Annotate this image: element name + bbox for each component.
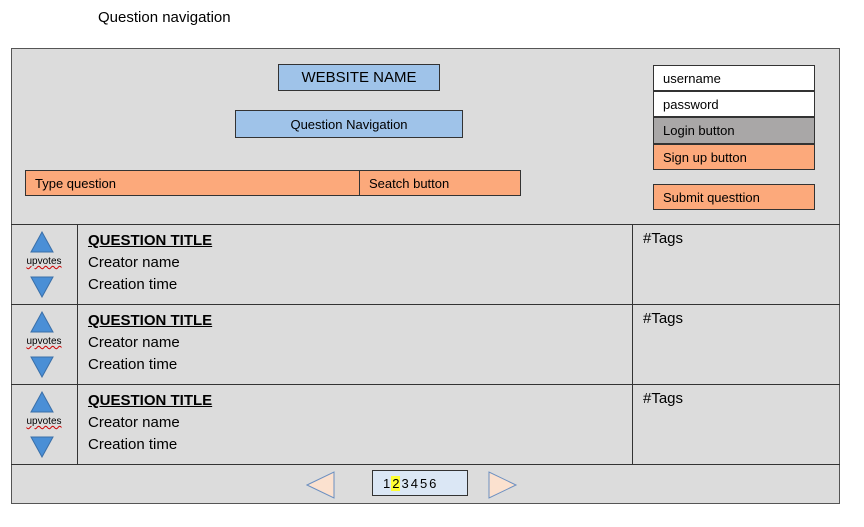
password-field[interactable]: password [653,91,815,117]
vote-column: upvotes [11,305,78,384]
triangle-down-icon[interactable] [30,356,54,378]
creator-name: Creator name [88,414,180,431]
page-number-current[interactable]: 2 [391,475,401,491]
question-body: QUESTION TITLE Creator name Creation tim… [88,310,212,376]
page-number[interactable]: 4 [410,476,419,491]
upvotes-label: upvotes [26,336,62,347]
submit-question-button[interactable]: Submit questtion [653,184,815,210]
creator-name: Creator name [88,334,180,351]
page-number[interactable]: 5 [419,476,428,491]
creation-time: Creation time [88,356,178,373]
question-title[interactable]: QUESTION TITLE [88,390,212,412]
triangle-down-icon[interactable] [30,436,54,458]
question-navigation-button[interactable]: Question Navigation [235,110,463,138]
page-caption: Question navigation [98,9,231,26]
vote-column: upvotes [11,385,78,464]
question-row: upvotes QUESTION TITLE Creator name Crea… [11,224,840,304]
vote-column: upvotes [11,225,78,304]
question-body: QUESTION TITLE Creator name Creation tim… [88,230,212,296]
search-input[interactable]: Type question [25,170,361,196]
triangle-up-icon[interactable] [30,231,54,253]
login-button[interactable]: Login button [653,117,815,144]
question-row: upvotes QUESTION TITLE Creator name Crea… [11,304,840,384]
page-number[interactable]: 3 [400,476,409,491]
creation-time: Creation time [88,436,178,453]
question-tags[interactable]: #Tags [632,305,840,384]
question-tags[interactable]: #Tags [632,225,840,304]
triangle-up-icon[interactable] [30,391,54,413]
triangle-left-icon[interactable] [306,471,336,499]
search-button[interactable]: Seatch button [359,170,521,196]
triangle-down-icon[interactable] [30,276,54,298]
triangle-right-icon[interactable] [488,471,518,499]
question-row: upvotes QUESTION TITLE Creator name Crea… [11,384,840,464]
triangle-up-icon[interactable] [30,311,54,333]
upvotes-label: upvotes [26,416,62,427]
creator-name: Creator name [88,254,180,271]
page-number[interactable]: 1 [382,476,391,491]
question-title[interactable]: QUESTION TITLE [88,230,212,252]
question-tags[interactable]: #Tags [632,385,840,464]
creation-time: Creation time [88,276,178,293]
question-title[interactable]: QUESTION TITLE [88,310,212,332]
site-name[interactable]: WEBSITE NAME [278,64,440,91]
upvotes-label: upvotes [26,256,62,267]
signup-button[interactable]: Sign up button [653,144,815,170]
username-field[interactable]: username [653,65,815,91]
page-number[interactable]: 6 [428,476,437,491]
page-numbers: 1 2 3 4 5 6 [372,470,468,496]
question-body: QUESTION TITLE Creator name Creation tim… [88,390,212,456]
